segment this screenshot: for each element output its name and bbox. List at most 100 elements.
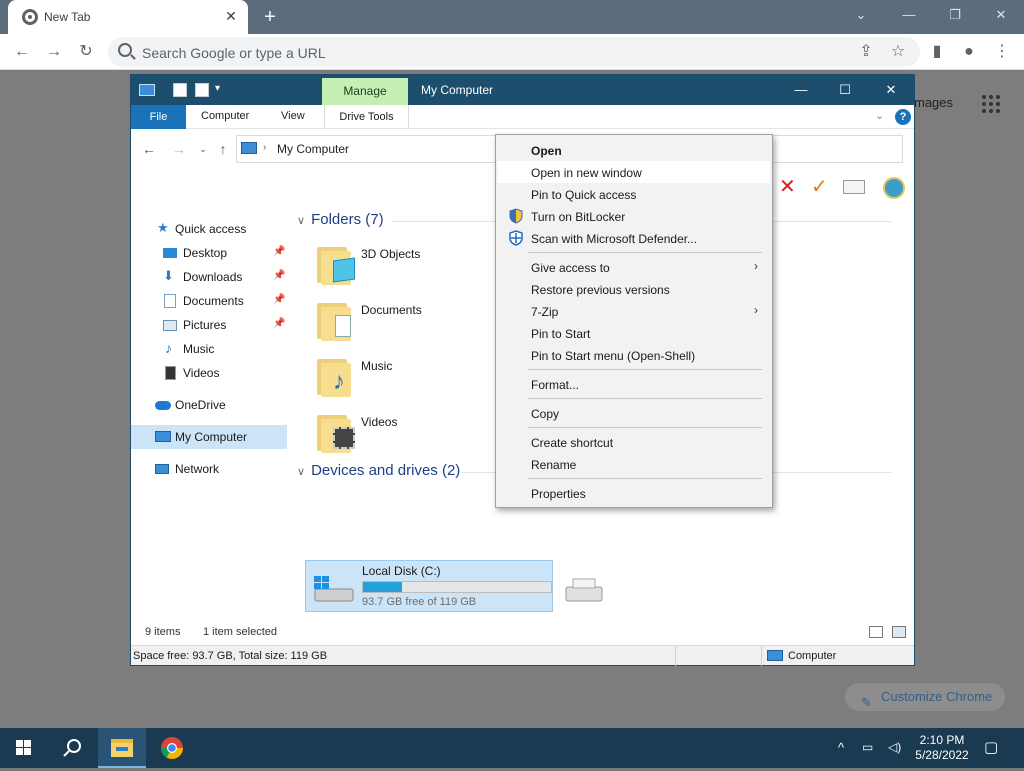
menu-item-7zip[interactable]: 7-Zip › (498, 300, 770, 322)
menu-item-create-shortcut[interactable]: Create shortcut (498, 431, 770, 453)
menu-item-properties[interactable]: Properties (498, 482, 770, 504)
properties-icon[interactable] (173, 83, 187, 97)
explorer-title-bar: ▾ Manage My Computer — ☐ ✕ (131, 75, 914, 105)
maximize-icon[interactable]: ☐ (830, 80, 860, 100)
tab-drive-tools[interactable]: Drive Tools (324, 105, 409, 129)
sidebar-item-quick-access[interactable]: ★ Quick access (131, 217, 287, 241)
recent-locations-icon[interactable]: ⌄ (195, 141, 211, 157)
new-folder-icon[interactable] (195, 83, 209, 97)
tab-computer[interactable]: Computer (201, 110, 249, 122)
expand-ribbon-icon[interactable]: ⌄ (875, 109, 884, 122)
menu-item-pin-to-start-open-shell[interactable]: Pin to Start menu (Open-Shell) (498, 344, 770, 366)
profile-avatar-icon[interactable]: ● (957, 40, 981, 64)
menu-item-give-access-to[interactable]: Give access to › (498, 256, 770, 278)
envelope-icon[interactable] (843, 180, 865, 194)
chevron-down-icon[interactable]: ▾ (215, 83, 229, 97)
restore-icon[interactable]: ❐ (940, 4, 970, 26)
images-link[interactable]: mages (914, 95, 953, 110)
details-view-icon[interactable] (869, 626, 883, 638)
menu-item-label: Scan with Microsoft Defender... (531, 232, 698, 246)
menu-item-restore-previous-versions[interactable]: Restore previous versions (498, 278, 770, 300)
tab-manage[interactable]: Manage (322, 78, 408, 105)
cancel-x-icon[interactable]: ✕ (779, 177, 796, 197)
search-button[interactable] (48, 728, 96, 768)
sidebar-item-network[interactable]: Network (131, 457, 287, 481)
menu-item-turn-on-bitlocker[interactable]: Turn on BitLocker (498, 205, 770, 227)
menu-item-open[interactable]: Open (498, 139, 770, 161)
documents-icon (164, 294, 176, 308)
notifications-icon[interactable]: ▢ (984, 738, 998, 756)
drive-local-disk-c[interactable]: Local Disk (C:) 93.7 GB free of 119 GB (305, 560, 553, 612)
new-tab-button[interactable]: + (258, 5, 282, 29)
folders-group-header[interactable]: ∨ Folders (7) (297, 211, 384, 228)
tab-view[interactable]: View (281, 110, 305, 122)
pin-icon[interactable]: 📌 (273, 246, 285, 257)
volume-icon[interactable]: ◁) (888, 740, 901, 754)
show-hidden-icons-icon[interactable]: ^ (838, 740, 844, 755)
sidebar-item-onedrive[interactable]: OneDrive (131, 393, 287, 417)
close-tab-icon[interactable]: ✕ (222, 7, 240, 25)
pin-icon[interactable]: 📌 (273, 294, 285, 305)
close-icon[interactable]: ✕ (876, 80, 906, 100)
shell-icon[interactable] (883, 177, 905, 199)
sidebar-item-my-computer[interactable]: My Computer (131, 425, 287, 449)
network-icon[interactable]: ▭ (862, 740, 873, 754)
google-apps-icon[interactable] (982, 95, 1000, 113)
start-button[interactable] (0, 728, 48, 768)
folder-documents[interactable]: Documents (315, 297, 475, 347)
share-icon[interactable]: ⇪ (854, 40, 878, 64)
customize-chrome-button[interactable]: ✎ Customize Chrome (845, 683, 1005, 711)
sidebar-item-pictures[interactable]: Pictures 📌 (131, 313, 287, 337)
sidebar-item-music[interactable]: ♪ Music (131, 337, 287, 361)
forward-arrow-icon[interactable]: → (42, 40, 66, 64)
sidebar-item-desktop[interactable]: Desktop 📌 (131, 241, 287, 265)
close-window-icon[interactable]: ✕ (986, 4, 1016, 26)
menu-item-scan-with-defender[interactable]: Scan with Microsoft Defender... (498, 227, 770, 249)
removable-drive-icon[interactable] (563, 575, 607, 603)
menu-item-rename[interactable]: Rename (498, 453, 770, 475)
sidebar-item-label: Network (175, 462, 220, 476)
folder-videos[interactable]: Videos (315, 409, 475, 459)
videos-icon (315, 409, 355, 453)
folder-label: Documents (361, 303, 422, 317)
folder-music[interactable]: ♪ Music (315, 353, 475, 403)
omnibox[interactable]: Search Google or type a URL ⇪ ☆ (108, 37, 920, 67)
menu-item-format[interactable]: Format... (498, 373, 770, 395)
more-menu-icon[interactable]: ⋮ (990, 40, 1014, 64)
up-arrow-icon[interactable]: ↑ (215, 141, 231, 157)
taskbar-file-explorer[interactable] (98, 728, 146, 768)
help-icon[interactable]: ? (895, 109, 911, 125)
sidebar-item-downloads[interactable]: ⬇ Downloads 📌 (131, 265, 287, 289)
menu-item-pin-to-start[interactable]: Pin to Start (498, 322, 770, 344)
minimize-icon[interactable]: — (894, 4, 924, 26)
back-arrow-icon[interactable]: ← (141, 141, 157, 157)
system-clock[interactable]: 2:10 PM 5/28/2022 (912, 733, 972, 763)
sidebar-item-documents[interactable]: Documents 📌 (131, 289, 287, 313)
sidebar-item-videos[interactable]: Videos (131, 361, 287, 385)
side-panel-icon[interactable]: ▮ (925, 40, 949, 64)
checkmark-icon[interactable]: ✓ (811, 177, 828, 197)
drive-usage-fill (363, 582, 403, 592)
minimize-icon[interactable]: — (786, 80, 816, 100)
reload-icon[interactable]: ↻ (74, 40, 98, 64)
large-icons-view-icon[interactable] (892, 626, 906, 638)
pin-icon[interactable]: 📌 (273, 270, 285, 281)
navigation-pane: ★ Quick access Desktop 📌 ⬇ Downloads 📌 D… (131, 215, 289, 615)
back-arrow-icon[interactable]: ← (10, 40, 34, 64)
menu-item-copy[interactable]: Copy (498, 402, 770, 424)
tab-new-tab[interactable]: New Tab ✕ (8, 0, 248, 34)
menu-item-label: Create shortcut (531, 436, 614, 450)
menu-item-open-in-new-window[interactable]: Open in new window (498, 161, 770, 183)
pin-icon[interactable]: 📌 (273, 318, 285, 329)
forward-arrow-icon[interactable]: → (171, 141, 187, 157)
computer-icon (155, 431, 171, 442)
bookmark-star-icon[interactable]: ☆ (886, 40, 910, 64)
devices-group-header[interactable]: ∨ Devices and drives (2) (297, 462, 460, 479)
tab-search-icon[interactable]: ⌄ (846, 4, 876, 26)
taskbar-chrome[interactable] (148, 728, 196, 768)
menu-item-pin-to-quick-access[interactable]: Pin to Quick access (498, 183, 770, 205)
chevron-down-icon: ∨ (297, 215, 306, 227)
tab-file[interactable]: File (131, 105, 186, 129)
folder-3d-objects[interactable]: 3D Objects (315, 241, 475, 291)
music-icon: ♪ (315, 353, 355, 397)
